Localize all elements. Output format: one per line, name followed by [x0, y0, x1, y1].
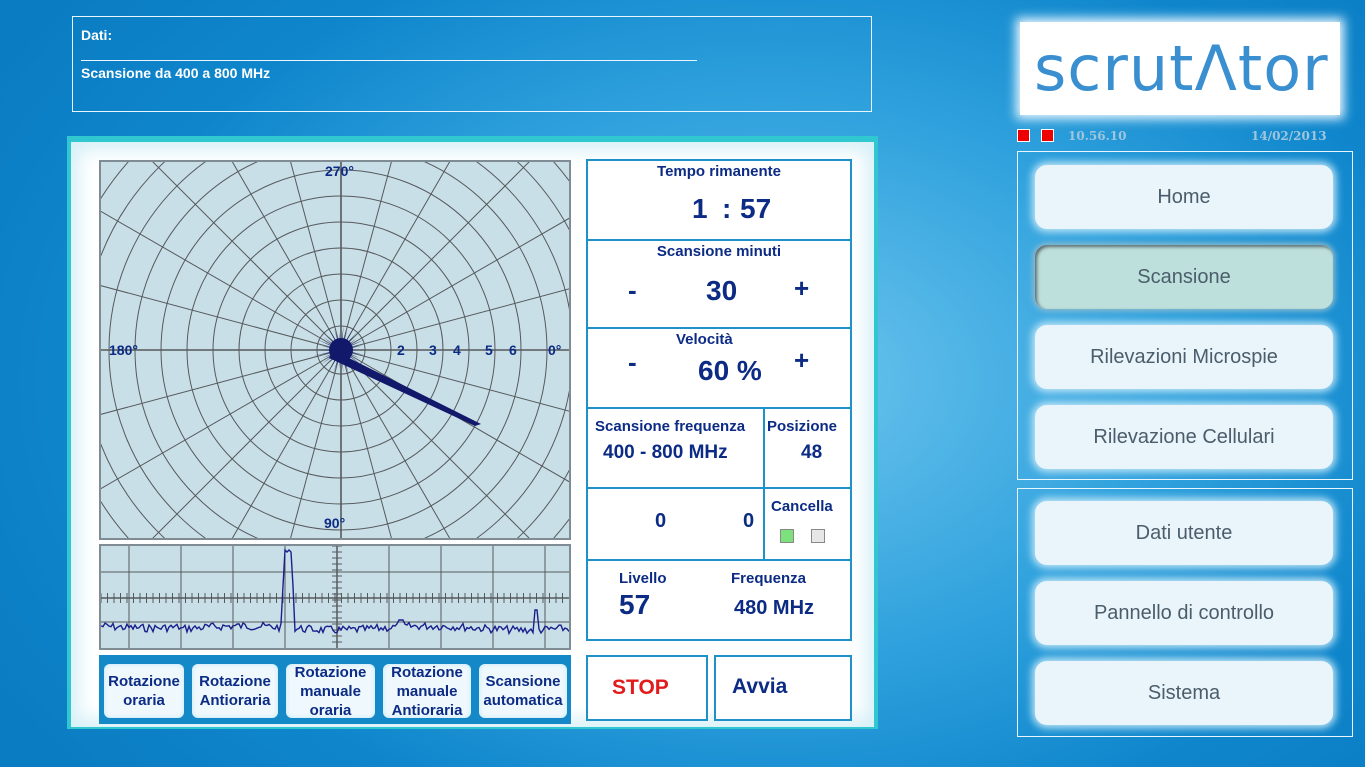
nav-bug-detection-button[interactable]: Rilevazioni Microspie [1035, 325, 1333, 389]
counters-cell: 0 0 [586, 487, 765, 561]
status-time: 10.56.10 [1068, 129, 1127, 143]
radar-spoke [340, 288, 569, 351]
radar-spoke [231, 162, 342, 351]
rotate-counterclockwise-button[interactable]: Rotazione Antioraria [192, 664, 278, 718]
counter-b-value: 0 [743, 510, 755, 532]
scan-minutes-increase-button[interactable]: + [794, 273, 809, 304]
radar-spoke [340, 349, 451, 538]
speed-cell: Velocità - 60 % + [586, 327, 852, 409]
manual-rotate-clockwise-button[interactable]: Rotazione manuale oraria [286, 664, 375, 719]
time-remaining-hours: 1 [692, 193, 708, 224]
radar-spoke [340, 162, 530, 351]
radar-label-right: 0° [548, 342, 561, 358]
info-description: Scansione da 400 a 800 MHz [81, 65, 271, 81]
frequency-value: 480 MHz [734, 597, 815, 619]
radar-plot: 270° 180° 0° 90° 2 3 4 5 6 [99, 160, 571, 540]
speed-label: Velocità [676, 331, 733, 348]
counter-a-value: 0 [655, 510, 667, 532]
scan-minutes-decrease-button[interactable]: - [628, 275, 637, 306]
speed-decrease-button[interactable]: - [628, 347, 637, 378]
radar-spoke [101, 349, 342, 415]
radar-ring-label: 3 [429, 342, 437, 358]
spectrum-plot [99, 544, 571, 650]
speed-value: 60 % [698, 355, 762, 386]
time-remaining-minutes: 57 [740, 193, 772, 224]
radar-spoke [290, 349, 342, 538]
logo: scrutΛtor [1034, 32, 1329, 105]
radar-spoke [340, 349, 392, 538]
level-label: Livello [619, 570, 667, 587]
radar-spoke [231, 349, 342, 538]
spectrum-trace [101, 548, 569, 636]
radar-spoke [101, 285, 342, 351]
radar-label-top: 270° [325, 163, 354, 179]
radar-label-left: 180° [109, 342, 138, 358]
radar-ring-label: 2 [397, 342, 405, 358]
frequency-scan-cell: Scansione frequenza 400 - 800 MHz [586, 407, 765, 489]
level-value: 57 [619, 589, 651, 620]
nav-system-button[interactable]: Sistema [1035, 661, 1333, 725]
scan-minutes-label: Scansione minuti [656, 243, 782, 260]
time-remaining-cell: Tempo rimanente 1 : 57 [586, 159, 852, 241]
scan-minutes-cell: Scansione minuti - 30 + [586, 239, 852, 329]
nav-home-button[interactable]: Home [1035, 165, 1333, 229]
speed-increase-button[interactable]: + [794, 345, 809, 376]
radar-svg: 270° 180° 0° 90° 2 3 4 5 6 [101, 162, 569, 538]
status-led-2 [1041, 129, 1054, 142]
radar-ring-label: 4 [453, 342, 461, 358]
time-remaining-separator: : [722, 193, 732, 224]
logo-box: scrutΛtor [1020, 22, 1340, 115]
radar-ring-label: 5 [485, 342, 493, 358]
status-led-1 [1017, 129, 1030, 142]
info-box: Dati: Scansione da 400 a 800 MHz [72, 16, 872, 112]
radar-ring-label: 6 [509, 342, 517, 358]
radar-spoke [340, 349, 569, 412]
radar-label-bottom: 90° [324, 515, 345, 531]
position-value: 48 [801, 442, 823, 463]
position-cell: Posizione 48 [763, 407, 852, 489]
stop-button[interactable]: STOP [586, 655, 708, 721]
rotate-clockwise-button[interactable]: Rotazione oraria [104, 664, 184, 718]
nav-scan-button[interactable]: Scansione [1035, 245, 1333, 309]
start-button-label: Avvia [732, 675, 788, 698]
status-date: 14/02/2013 [1251, 129, 1327, 143]
clear-checkbox-off[interactable] [811, 529, 825, 543]
radar-spoke [340, 162, 451, 351]
time-remaining-label: Tempo rimanente [657, 163, 781, 180]
info-divider [81, 60, 697, 61]
radar-spoke [340, 217, 569, 351]
position-label: Posizione [767, 418, 838, 435]
clear-cell: Cancella [763, 487, 852, 561]
radar-spoke [290, 162, 342, 351]
rotation-button-bar: Rotazione oraria Rotazione Antioraria Ro… [99, 655, 571, 724]
radar-spoke [340, 162, 392, 351]
clear-label: Cancella [771, 498, 833, 515]
spectrum-svg [101, 546, 569, 648]
frequency-label: Frequenza [731, 570, 807, 587]
automatic-scan-button[interactable]: Scansione automatica [479, 664, 567, 718]
radar-burst-core [329, 338, 353, 362]
scan-minutes-value: 30 [706, 275, 738, 306]
frequency-scan-value: 400 - 800 MHz [603, 442, 728, 463]
start-button[interactable]: Avvia [714, 655, 852, 721]
stop-button-label: STOP [612, 676, 669, 699]
nav-cellphone-detection-button[interactable]: Rilevazione Cellulari [1035, 405, 1333, 469]
manual-rotate-counterclockwise-button[interactable]: Rotazione manuale Antioraria [383, 664, 471, 719]
clear-checkbox-on[interactable] [780, 529, 794, 543]
info-title: Dati: [81, 27, 113, 43]
nav-control-panel-button[interactable]: Pannello di controllo [1035, 581, 1333, 645]
status-bar: 10.56.10 14/02/2013 [1015, 126, 1355, 146]
frequency-scan-label: Scansione frequenza [595, 418, 746, 435]
nav-user-data-button[interactable]: Dati utente [1035, 501, 1333, 565]
level-frequency-cell: Livello 57 Frequenza 480 MHz [586, 559, 852, 641]
